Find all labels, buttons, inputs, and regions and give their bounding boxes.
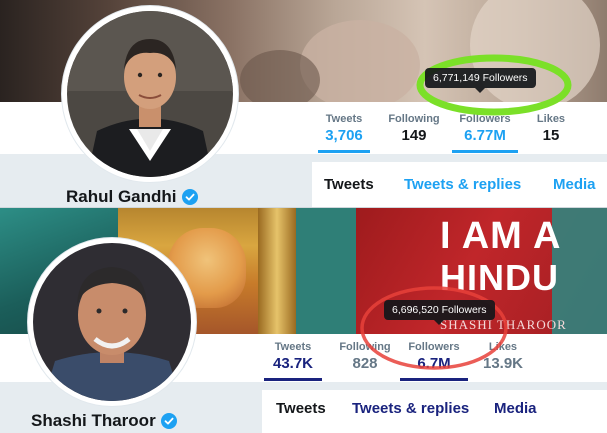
banner-headline: I AM A <box>440 215 562 257</box>
rahul-gandhi-profile-panel: Tweets 3,706 Following 149 Followers 6.7… <box>0 0 607 208</box>
profile-name[interactable]: Rahul Gandhi <box>66 187 198 207</box>
stat-underline <box>264 378 322 381</box>
profile-avatar[interactable] <box>62 6 238 182</box>
followers-highlight-circle <box>360 286 508 370</box>
tab-tweets-and-replies[interactable]: Tweets & replies <box>404 176 521 193</box>
verified-badge-icon <box>160 413 177 429</box>
person-portrait-icon <box>67 11 233 177</box>
profile-name[interactable]: Shashi Tharoor <box>31 411 177 431</box>
followers-tooltip: 6,696,520 Followers <box>384 300 495 325</box>
tab-tweets-and-replies[interactable]: Tweets & replies <box>352 400 469 417</box>
followers-tooltip: 6,771,149 Followers <box>425 68 536 93</box>
stat-tweets[interactable]: Tweets 3,706 <box>318 113 370 153</box>
shashi-tharoor-profile-panel: I AM A HINDU SHASHI THAROOR Tweets 43.7K… <box>0 208 607 433</box>
tab-media[interactable]: Media <box>553 176 596 193</box>
verified-badge-icon <box>181 189 198 205</box>
stat-underline <box>318 150 370 153</box>
profile-avatar[interactable] <box>28 238 196 406</box>
stat-tweets[interactable]: Tweets 43.7K <box>264 341 322 381</box>
stat-underline <box>452 150 518 153</box>
tab-tweets[interactable]: Tweets <box>276 400 326 417</box>
tab-tweets[interactable]: Tweets <box>324 176 374 193</box>
person-portrait-icon <box>33 243 191 401</box>
stat-underline <box>400 378 468 381</box>
tab-media[interactable]: Media <box>494 400 537 417</box>
